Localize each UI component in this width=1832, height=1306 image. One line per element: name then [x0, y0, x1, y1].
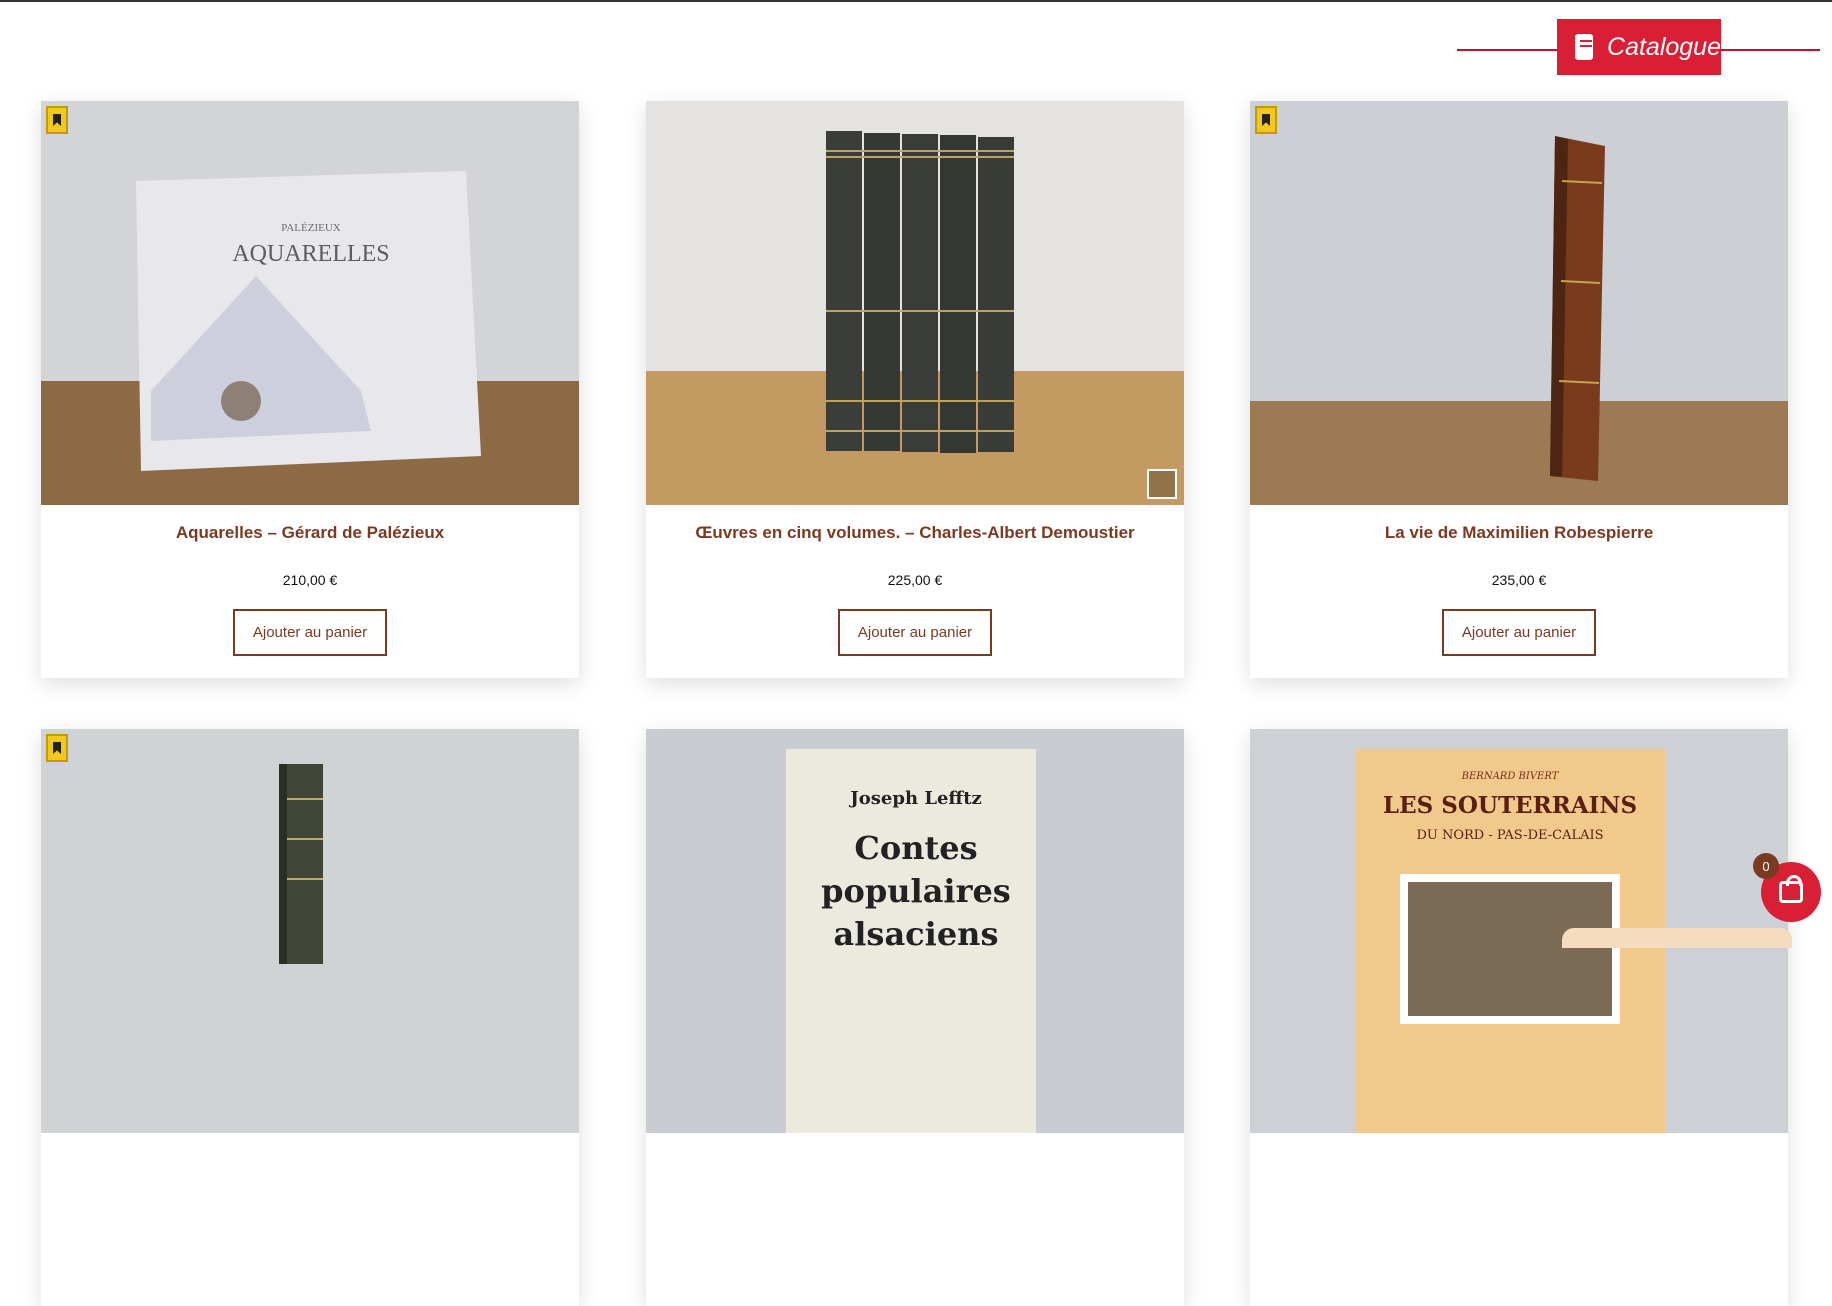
cover-title-line: Contes	[854, 829, 977, 867]
book-icon	[1575, 34, 1594, 60]
product-title[interactable]: La vie de Maximilien Robespierre	[1250, 523, 1788, 543]
catalogue-label: Catalogue	[1607, 32, 1721, 61]
product-image[interactable]: Joseph Lefftz Contes populaires alsacien…	[646, 729, 1184, 1133]
robespierre-photo	[1250, 101, 1788, 505]
cart-count-badge: 0	[1753, 853, 1779, 879]
catalogue-header: Catalogue	[1457, 2, 1820, 96]
aquarelles-photo: PALÉZIEUX AQUARELLES	[41, 101, 579, 505]
product-image[interactable]	[1250, 101, 1788, 505]
cart-icon	[1779, 875, 1803, 903]
contes-photo: Joseph Lefftz Contes populaires alsacien…	[646, 729, 1184, 1133]
add-to-cart-button[interactable]: Ajouter au panier	[1442, 609, 1596, 656]
product-card	[41, 729, 579, 1306]
demoustier-photo	[646, 101, 1184, 505]
bookmark-icon[interactable]	[1255, 106, 1277, 134]
product-card: PALÉZIEUX AQUARELLES Aquarelles – Gérard…	[41, 101, 579, 678]
product-price: 235,00 €	[1491, 572, 1547, 588]
product-image[interactable]	[41, 729, 579, 1133]
cover-subtitle: DU NORD - PAS-DE-CALAIS	[1416, 828, 1603, 843]
cover-title: LES SOUTERRAINS	[1383, 792, 1637, 819]
product-card: Œuvres en cinq volumes. – Charles-Albert…	[646, 101, 1184, 678]
catalogue-button[interactable]: Catalogue	[1557, 19, 1721, 75]
product-image[interactable]	[646, 101, 1184, 505]
add-to-cart-button[interactable]: Ajouter au panier	[838, 609, 992, 656]
cover-author: PALÉZIEUX	[281, 222, 341, 234]
cover-author: Joseph Lefftz	[848, 788, 981, 809]
product-image[interactable]: PALÉZIEUX AQUARELLES	[41, 101, 579, 505]
cart-panel-tab[interactable]	[1562, 928, 1792, 948]
image-icon[interactable]	[1147, 469, 1177, 499]
product-card: BERNARD BIVERT LES SOUTERRAINS DU NORD -…	[1250, 729, 1788, 1306]
book-spine-photo	[41, 729, 579, 1133]
cover-title: AQUARELLES	[232, 241, 389, 267]
product-title[interactable]: Aquarelles – Gérard de Palézieux	[41, 523, 579, 543]
product-price: 225,00 €	[887, 572, 943, 588]
product-price: 210,00 €	[282, 572, 338, 588]
cover-title-line: alsaciens	[834, 915, 999, 953]
bookmark-icon[interactable]	[46, 734, 68, 762]
cover-title-line: populaires	[821, 872, 1011, 910]
bookmark-icon[interactable]	[46, 106, 68, 134]
product-title[interactable]: Œuvres en cinq volumes. – Charles-Albert…	[646, 523, 1184, 543]
add-to-cart-button[interactable]: Ajouter au panier	[233, 609, 387, 656]
product-card: Joseph Lefftz Contes populaires alsacien…	[646, 729, 1184, 1306]
cover-author: BERNARD BIVERT	[1461, 771, 1560, 782]
product-card: La vie de Maximilien Robespierre 235,00 …	[1250, 101, 1788, 678]
